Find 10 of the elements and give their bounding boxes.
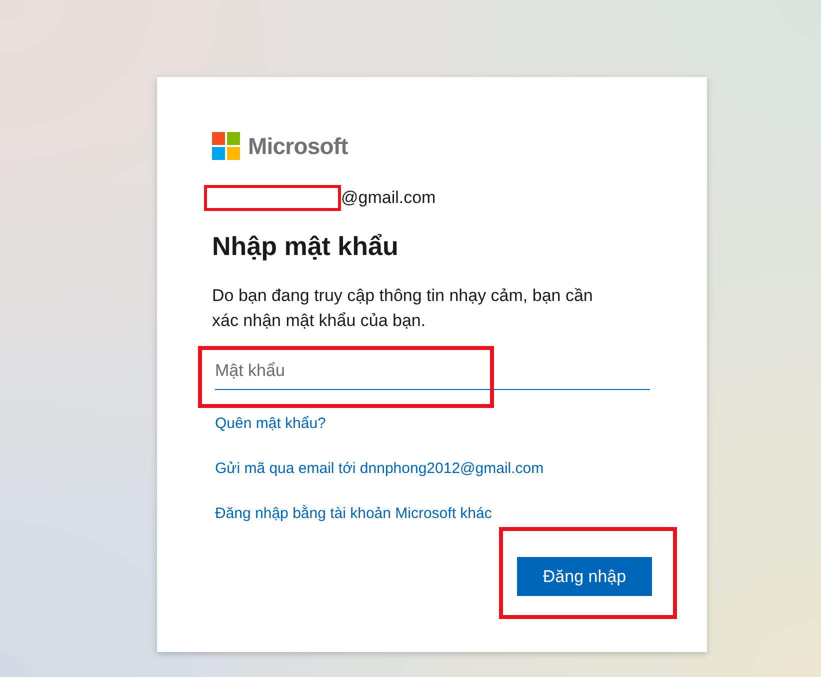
logo-text: Microsoft — [248, 132, 348, 160]
other-account-link[interactable]: Đăng nhập bằng tài khoản Microsoft khác — [215, 504, 492, 524]
four-squares-logo-icon — [212, 132, 240, 160]
forgot-password-link[interactable]: Quên mật khẩu? — [215, 414, 326, 434]
page-heading: Nhập mật khẩu — [212, 230, 400, 262]
description-text: Do bạn đang truy cập thông tin nhạy cảm, bạn cần xác nhận mật khẩu của bạn. — [212, 285, 594, 332]
sign-in-button[interactable]: Đăng nhập — [517, 557, 652, 596]
password-field[interactable]: Mật khẩu — [215, 353, 650, 390]
account-email: @gmail.com — [341, 187, 436, 209]
email-code-link[interactable]: Gửi mã qua email tới dnnphong2012@gmail.com — [215, 459, 544, 479]
